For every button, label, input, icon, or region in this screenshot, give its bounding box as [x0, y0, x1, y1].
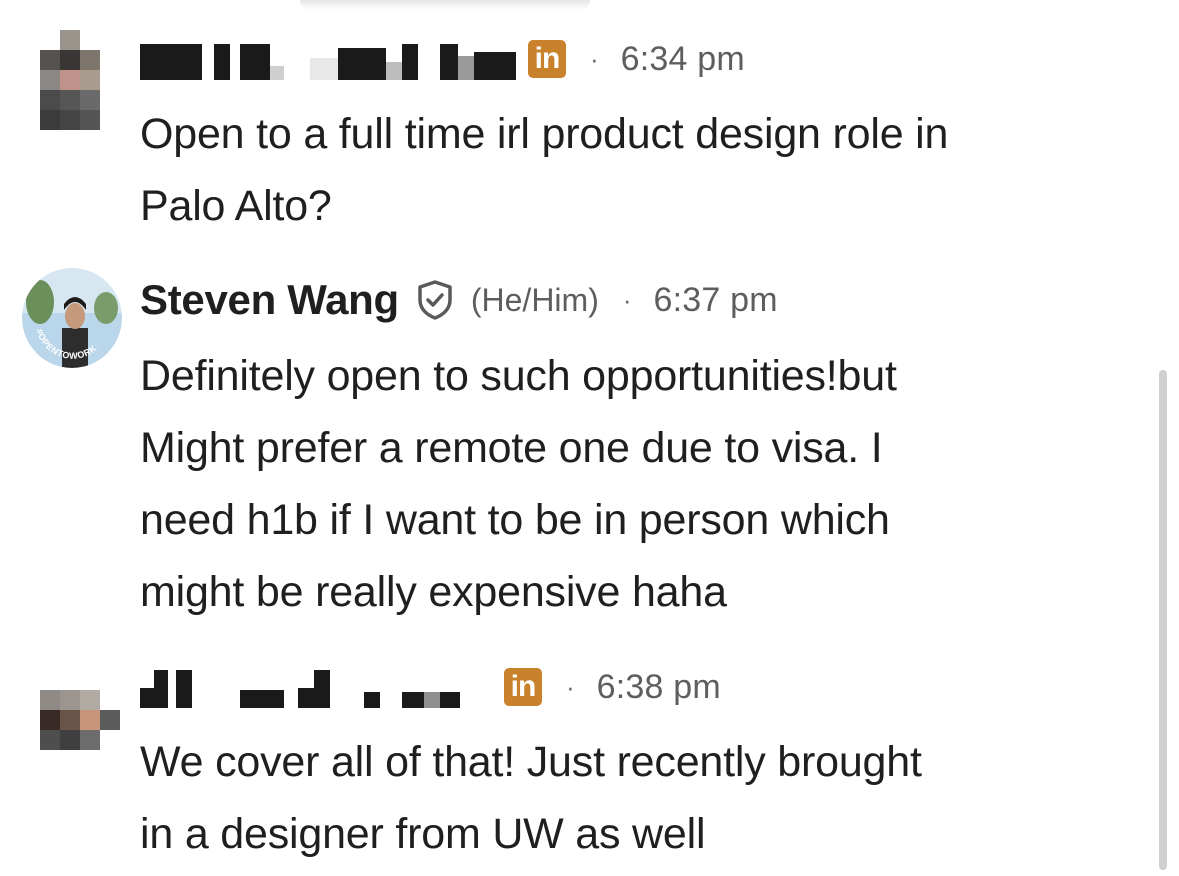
message-line: in a designer from UW as well	[140, 810, 706, 858]
avatar[interactable]	[40, 670, 120, 770]
message-header: in · 6:38 pm	[140, 662, 721, 712]
message-header: Steven Wang (He/Him) · 6:37 pm	[140, 275, 778, 325]
message-header: in · 6:34 pm	[140, 34, 745, 84]
message-line: Might prefer a remote one due to visa. I	[140, 424, 883, 472]
message-body: We cover all of that! Just recently brou…	[140, 726, 1140, 870]
avatar[interactable]	[40, 30, 120, 130]
message-timestamp: 6:34 pm	[620, 39, 745, 78]
open-to-work-avatar-icon: #OPENTOWORK	[22, 268, 122, 368]
message-line: might be really expensive haha	[140, 568, 727, 616]
message-body: Definitely open to such opportunities!bu…	[140, 340, 1140, 628]
message-timestamp: 6:37 pm	[653, 280, 778, 319]
shield-check-icon[interactable]	[413, 278, 457, 322]
top-scroll-fade	[300, 0, 590, 10]
scrollbar[interactable]	[1159, 370, 1167, 870]
redacted-sender-name[interactable]	[140, 666, 460, 708]
message-body: Open to a full time irl product design r…	[140, 98, 1140, 242]
separator-dot: ·	[590, 44, 599, 74]
message-line: We cover all of that! Just recently brou…	[140, 738, 922, 786]
sender-name[interactable]: Steven Wang	[140, 276, 399, 324]
separator-dot: ·	[566, 672, 575, 702]
message-timestamp: 6:38 pm	[596, 667, 721, 706]
message-line: Definitely open to such opportunities!bu…	[140, 352, 897, 400]
sender-pronouns: (He/Him)	[470, 281, 599, 318]
message-line: need h1b if I want to be in person which	[140, 496, 890, 544]
linkedin-badge-icon: in	[504, 668, 542, 706]
redacted-sender-name[interactable]	[140, 38, 516, 80]
message-line: Open to a full time irl product design r…	[140, 110, 949, 158]
avatar[interactable]: #OPENTOWORK	[22, 268, 122, 368]
linkedin-badge-icon: in	[528, 40, 566, 78]
separator-dot: ·	[622, 285, 632, 315]
message-line: Palo Alto?	[140, 182, 332, 230]
